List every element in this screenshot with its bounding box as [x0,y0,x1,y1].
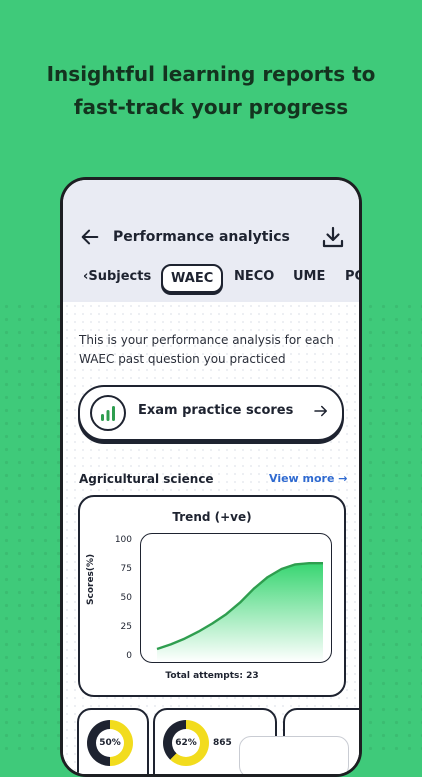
exam-button-label: Exam practice scores [138,403,293,418]
y-axis-label: Scores(%) [86,554,96,605]
phone-frame: Performance analytics ‹Subjects WAEC NEC… [60,177,362,777]
total-attempts: Total attempts: 23 [80,671,344,681]
intro-text: This is your performance analysis for ea… [79,331,341,369]
bar-chart-icon [90,395,126,431]
exam-tabs: ‹Subjects WAEC NECO UME PC [63,264,359,298]
headline-line-2: fast-track your progress [0,91,422,124]
y-tick-label: 100 [108,535,132,545]
headline: Insightful learning reports to fast-trac… [0,58,422,124]
tab-pc[interactable]: PC [345,269,359,284]
y-tick-label: 75 [108,564,132,574]
tab-subjects-back[interactable]: ‹Subjects [83,269,151,284]
score-percent-1: 50% [96,729,124,757]
exam-practice-scores-button[interactable]: Exam practice scores [78,385,344,441]
bottom-sheet-handle [239,736,349,774]
trend-card: Trend (+ve) Scores(%) 0 25 50 75 100 Total a… [78,495,346,697]
arrow-right-icon: → [338,472,347,485]
tab-ume[interactable]: UME [293,269,325,284]
y-tick-label: 50 [108,593,132,603]
tab-neco[interactable]: NECO [234,269,274,284]
trend-chart [141,534,331,662]
trend-area-fill [157,563,323,662]
score-card-1[interactable]: 50% [77,708,149,774]
back-arrow-icon[interactable] [79,226,101,248]
download-icon[interactable] [321,225,345,249]
phone-screen: Performance analytics ‹Subjects WAEC NEC… [63,180,359,774]
score-ring-2: 62% [163,720,209,766]
y-tick-label: 25 [108,622,132,632]
page-title: Performance analytics [113,229,290,245]
score-count-2: 865 [213,738,232,748]
score-ring-1: 50% [87,720,133,766]
score-percent-2: 62% [172,729,200,757]
view-more-label: View more [269,472,334,485]
headline-line-1: Insightful learning reports to [0,58,422,91]
y-tick-label: 0 [108,651,132,661]
top-bar: Performance analytics ‹Subjects WAEC NEC… [63,180,359,302]
tab-subjects-label: Subjects [88,269,151,284]
tab-waec[interactable]: WAEC [161,264,223,293]
chart-plot-area [140,533,332,663]
chart-title: Trend (+ve) [80,510,344,524]
arrow-right-icon [312,402,330,420]
view-more-link[interactable]: View more → [269,472,348,485]
section-title: Agricultural science [79,472,214,486]
